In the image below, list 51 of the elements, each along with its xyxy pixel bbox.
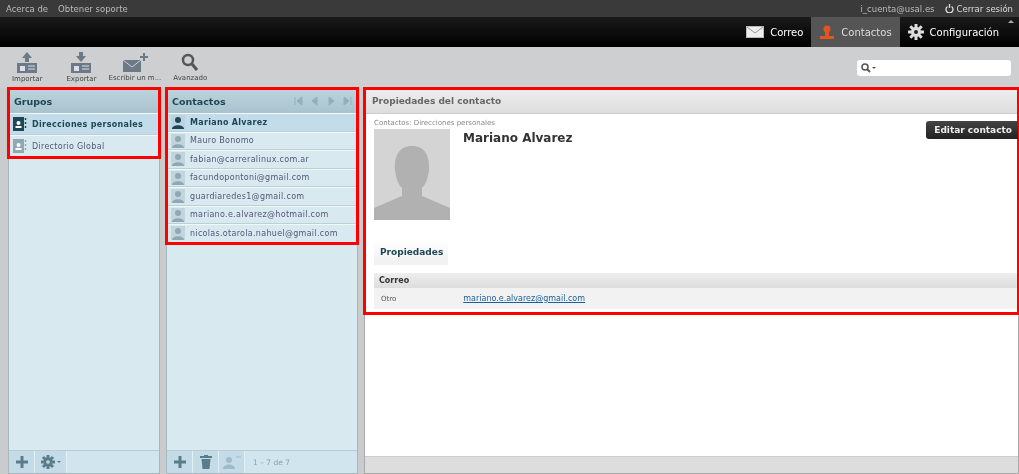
search-icon bbox=[861, 62, 877, 73]
delete-button[interactable] bbox=[193, 451, 219, 473]
address-book-icon bbox=[13, 117, 27, 131]
section-title: Correo bbox=[379, 276, 410, 285]
previous-icon bbox=[310, 96, 320, 106]
person-icon bbox=[171, 115, 185, 130]
person-icon bbox=[171, 152, 185, 167]
envelope-icon bbox=[746, 26, 765, 38]
logout-link[interactable]: Cerrar sesión bbox=[944, 3, 1013, 14]
add-button[interactable] bbox=[9, 451, 35, 473]
settings-button[interactable] bbox=[35, 451, 67, 473]
address-book-icon bbox=[13, 139, 27, 153]
trash-icon bbox=[199, 455, 212, 469]
email-link[interactable]: mariano.e.alvarez@gmail.com bbox=[463, 294, 586, 303]
person-icon bbox=[222, 455, 241, 469]
list-item[interactable]: fabian@carreralinux.com.ar bbox=[167, 150, 357, 169]
panel-title: Propiedades del contacto bbox=[372, 96, 502, 106]
search-field[interactable] bbox=[857, 59, 1011, 76]
person-icon bbox=[171, 226, 185, 241]
contact-name: Mariano Alvarez bbox=[463, 131, 573, 147]
edit-contact-button[interactable]: Editar contacto bbox=[926, 121, 1018, 139]
envelope-plus-icon bbox=[121, 53, 148, 73]
top-link[interactable]: Acerca de bbox=[6, 3, 49, 14]
list-item[interactable]: guardiaredes1@gmail.com bbox=[167, 187, 357, 206]
panel-title: Contactos bbox=[172, 95, 226, 107]
first-page-icon bbox=[294, 96, 304, 106]
nav-tab[interactable]: Contactos bbox=[811, 17, 900, 47]
person-icon bbox=[171, 170, 185, 185]
person-icon bbox=[171, 207, 185, 222]
person-icon bbox=[171, 189, 185, 204]
plus-icon bbox=[14, 455, 29, 469]
gear-icon bbox=[907, 24, 924, 40]
export-icon bbox=[70, 52, 93, 74]
person-icon bbox=[171, 133, 185, 148]
nav-tab[interactable]: Configuración bbox=[899, 17, 1007, 47]
list-item[interactable]: nicolas.otarola.nahuel@gmail.com bbox=[167, 224, 357, 243]
person-icon bbox=[819, 24, 836, 40]
list-item[interactable]: Mariano Alvarez bbox=[167, 113, 357, 132]
nav-tab[interactable]: Correo bbox=[738, 17, 812, 47]
plus-icon bbox=[172, 455, 187, 469]
import-icon bbox=[16, 52, 39, 74]
panel-title: Grupos bbox=[14, 95, 53, 107]
power-icon bbox=[944, 4, 954, 13]
user-email: i_cuenta@usal.es bbox=[860, 3, 935, 14]
gear-icon bbox=[39, 454, 62, 470]
list-item[interactable]: Direcciones personales bbox=[9, 113, 159, 135]
top-link[interactable]: Obtener soporte bbox=[58, 3, 128, 14]
add-button[interactable] bbox=[167, 451, 193, 473]
next-icon bbox=[326, 96, 336, 106]
search-icon bbox=[181, 53, 200, 73]
last-page-icon bbox=[342, 96, 352, 106]
